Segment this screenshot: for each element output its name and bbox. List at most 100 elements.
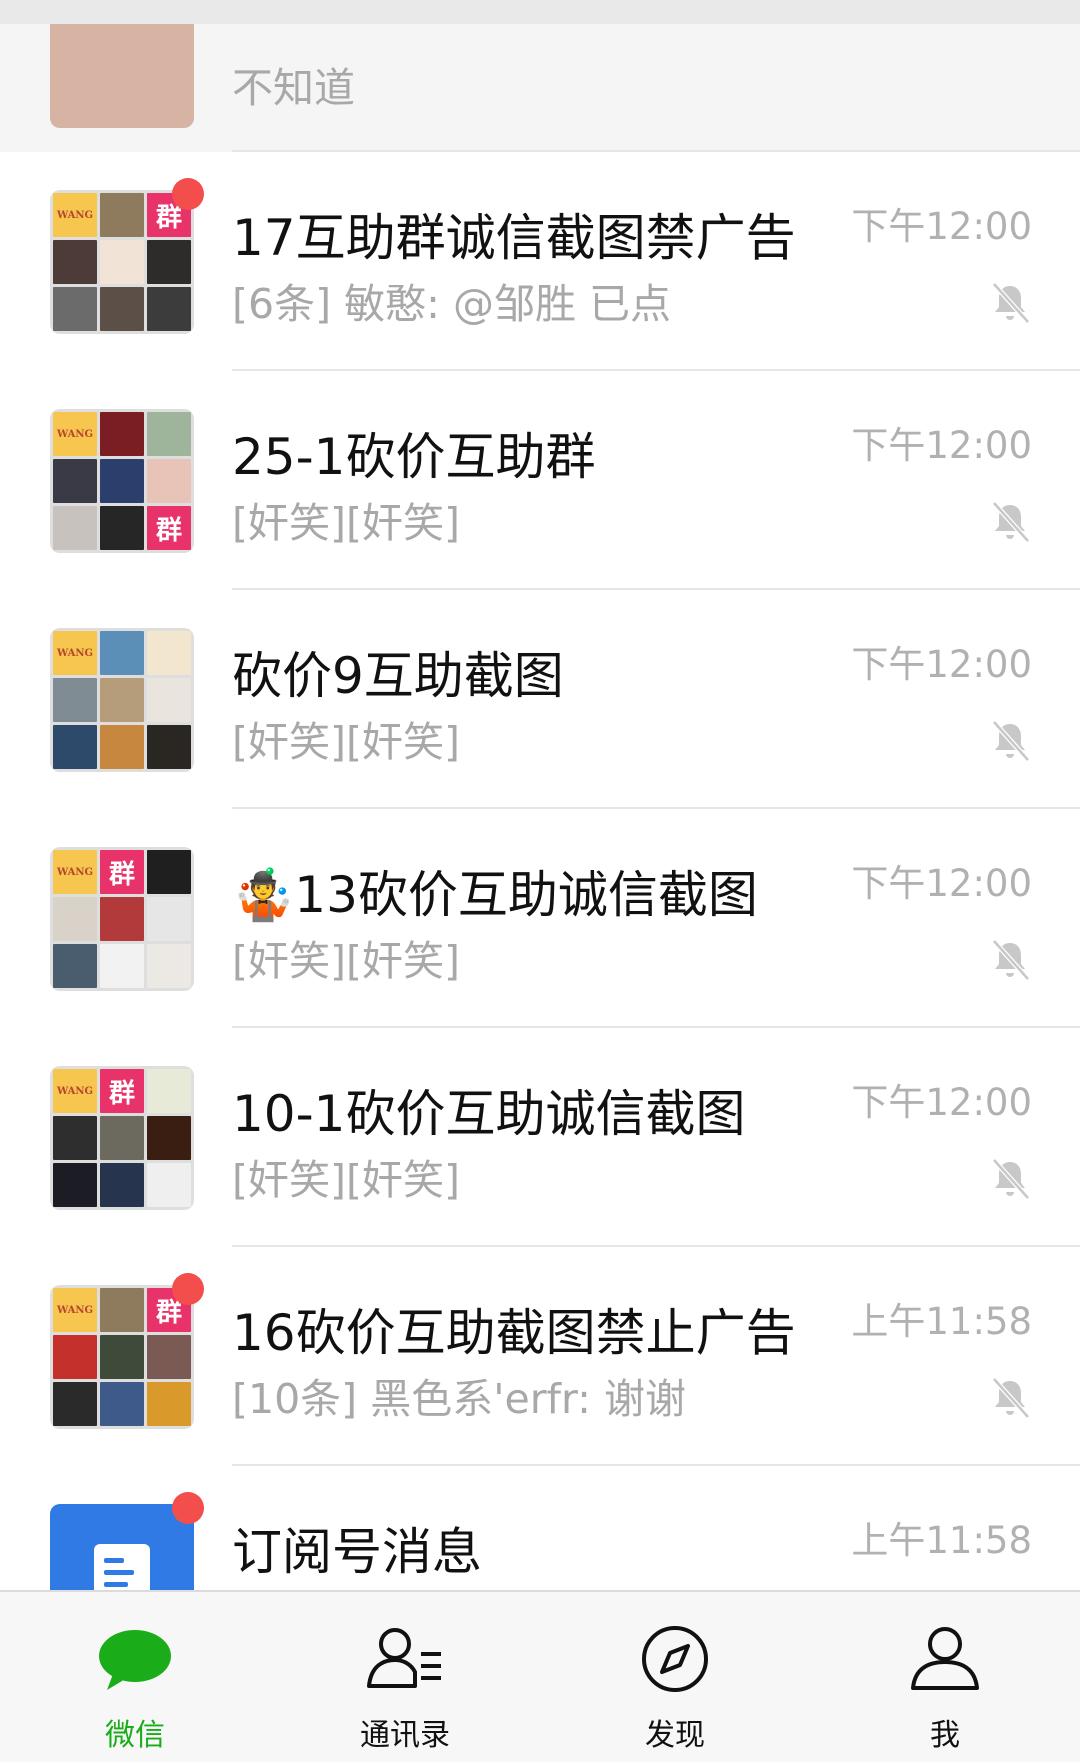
tab-chats[interactable]: 微信 xyxy=(0,1592,270,1762)
qun-tile: 群 xyxy=(100,1069,144,1113)
avatar-tile xyxy=(147,1163,191,1207)
juggler-emoji: 🤹 xyxy=(232,866,295,924)
avatar-tile xyxy=(147,897,191,941)
avatar-tile xyxy=(100,678,144,722)
avatar-tile xyxy=(100,631,144,675)
chat-time: 下午12:00 xyxy=(851,205,1032,248)
chat-time: 下午12:00 xyxy=(851,424,1032,467)
chat-title: 🤹13砍价互助诚信截图 xyxy=(232,855,758,927)
chat-title-text: 13砍价互助诚信截图 xyxy=(294,866,758,924)
group-avatar: WANG 群 xyxy=(50,1285,194,1429)
avatar-tile xyxy=(147,1335,191,1379)
avatar-tile xyxy=(53,1335,97,1379)
chat-preview: [6条] 敏憨: @邹胜 已点 xyxy=(232,280,671,328)
subscription-avatar xyxy=(50,1504,194,1590)
avatar-tile xyxy=(53,459,97,503)
contact-avatar xyxy=(50,24,194,128)
tab-label: 微信 xyxy=(105,1718,165,1753)
avatar-tile xyxy=(147,725,191,769)
chat-row[interactable]: WANG 群 🤹13砍价互助诚信截图 [奸笑][奸笑] 下午12:00 xyxy=(0,809,1080,1028)
avatar-tile xyxy=(100,1335,144,1379)
person-icon xyxy=(911,1627,979,1690)
bottom-tab-bar: 微信 通讯录 发现 我 xyxy=(0,1590,1080,1762)
chat-title: 25-1砍价互助群 xyxy=(232,428,596,486)
chat-list[interactable]: 不知道 WANG 群 17互助群诚信截图禁广告 [6条] 敏憨: @邹胜 已点 … xyxy=(0,24,1080,1590)
chat-row-subscriptions[interactable]: 订阅号消息 上午11:58 xyxy=(0,1466,1080,1590)
avatar-tile xyxy=(147,287,191,331)
wang-tile: WANG xyxy=(53,193,97,237)
group-avatar: WANG 群 xyxy=(50,409,194,553)
chat-time: 上午11:58 xyxy=(851,1519,1032,1562)
avatar-tile xyxy=(53,944,97,988)
chat-bubble-icon xyxy=(99,1630,171,1690)
tab-me[interactable]: 我 xyxy=(810,1592,1080,1762)
avatar-tile xyxy=(100,240,144,284)
avatar-tile xyxy=(53,240,97,284)
avatar-tile xyxy=(147,459,191,503)
avatar-tile xyxy=(147,412,191,456)
avatar-tile xyxy=(53,678,97,722)
chat-title: 17互助群诚信截图禁广告 xyxy=(232,209,796,267)
avatar-tile xyxy=(53,897,97,941)
chat-row[interactable]: WANG 群 16砍价互助截图禁止广告 [10条] 黑色系'erfr: 谢谢 上… xyxy=(0,1247,1080,1466)
chat-preview: [奸笑][奸笑] xyxy=(232,937,460,985)
avatar-tile xyxy=(100,897,144,941)
avatar-tile xyxy=(100,1382,144,1426)
chat-row[interactable]: WANG 群 10-1砍价互助诚信截图 [奸笑][奸笑] 下午12:00 xyxy=(0,1028,1080,1247)
avatar-tile xyxy=(100,944,144,988)
wang-tile: WANG xyxy=(53,631,97,675)
chat-row[interactable]: WANG 砍价9互助截图 [奸笑][奸笑] 下午12:00 xyxy=(0,590,1080,809)
avatar-tile xyxy=(147,944,191,988)
group-avatar: WANG 群 xyxy=(50,190,194,334)
chat-time: 下午12:00 xyxy=(851,643,1032,686)
avatar-tile xyxy=(100,459,144,503)
chat-row[interactable]: WANG 群 17互助群诚信截图禁广告 [6条] 敏憨: @邹胜 已点 下午12… xyxy=(0,152,1080,371)
mute-bell-icon xyxy=(992,1377,1030,1419)
chat-title: 砍价9互助截图 xyxy=(232,647,564,705)
chat-title: 16砍价互助截图禁止广告 xyxy=(232,1304,796,1362)
avatar-tile xyxy=(100,1163,144,1207)
wang-tile: WANG xyxy=(53,850,97,894)
avatar-tile xyxy=(147,1116,191,1160)
wang-tile: WANG xyxy=(53,412,97,456)
chat-row[interactable]: 不知道 xyxy=(0,24,1080,152)
chat-row[interactable]: WANG 群 25-1砍价互助群 [奸笑][奸笑] 下午12:00 xyxy=(0,371,1080,590)
chat-title: 10-1砍价互助诚信截图 xyxy=(232,1085,746,1143)
unread-dot xyxy=(172,1492,204,1524)
qun-tile: 群 xyxy=(147,506,191,550)
chat-title: 订阅号消息 xyxy=(232,1523,482,1581)
avatar-tile xyxy=(100,412,144,456)
chat-preview: [奸笑][奸笑] xyxy=(232,499,460,547)
wang-tile: WANG xyxy=(53,1288,97,1332)
chat-time: 下午12:00 xyxy=(851,1081,1032,1124)
avatar-tile xyxy=(147,678,191,722)
avatar-tile xyxy=(100,1288,144,1332)
avatar-tile xyxy=(147,850,191,894)
mute-bell-icon xyxy=(992,501,1030,543)
document-icon xyxy=(94,1544,150,1590)
status-bar-strip xyxy=(0,0,1080,24)
avatar-tile xyxy=(53,1163,97,1207)
avatar-tile xyxy=(147,631,191,675)
tab-contacts[interactable]: 通讯录 xyxy=(270,1592,540,1762)
mute-bell-icon xyxy=(992,1158,1030,1200)
tab-label: 发现 xyxy=(645,1718,705,1753)
unread-dot xyxy=(172,1273,204,1305)
avatar-tile xyxy=(100,287,144,331)
avatar-tile xyxy=(147,240,191,284)
wang-tile: WANG xyxy=(53,1069,97,1113)
group-avatar: WANG 群 xyxy=(50,1066,194,1210)
chat-preview: [奸笑][奸笑] xyxy=(232,718,460,766)
avatar-tile xyxy=(147,1069,191,1113)
mute-bell-icon xyxy=(992,720,1030,762)
avatar-tile xyxy=(147,1382,191,1426)
avatar-tile xyxy=(100,725,144,769)
avatar-tile xyxy=(53,1116,97,1160)
avatar-tile xyxy=(53,287,97,331)
contacts-icon xyxy=(367,1628,441,1688)
avatar-tile xyxy=(53,506,97,550)
tab-discover[interactable]: 发现 xyxy=(540,1592,810,1762)
unread-dot xyxy=(172,178,204,210)
avatar-tile xyxy=(53,1382,97,1426)
chat-preview: [奸笑][奸笑] xyxy=(232,1156,460,1204)
